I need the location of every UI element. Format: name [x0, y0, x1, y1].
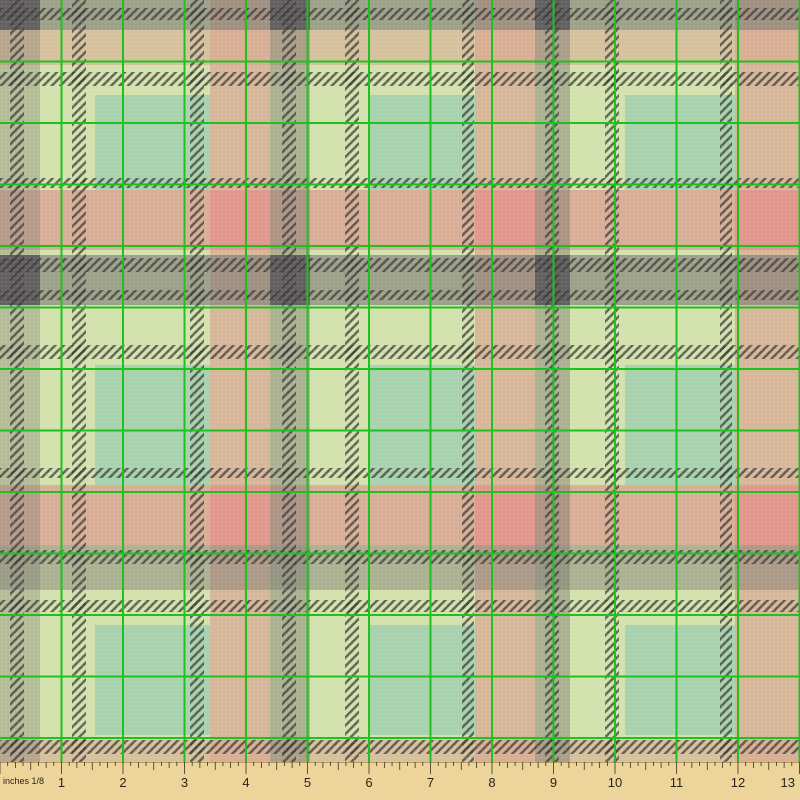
ruler-number: 4	[242, 775, 249, 790]
ruler-number: 6	[365, 775, 372, 790]
ruler: inches 1/8 1 2 3 4 5 6 7 8 9 10 11 12 13	[0, 762, 800, 800]
ruler-number: 10	[608, 775, 622, 790]
ruler-number: 11	[670, 775, 684, 790]
ruler-number: 1	[58, 775, 65, 790]
ruler-number: 3	[181, 775, 188, 790]
ruler-number: 2	[119, 775, 126, 790]
ruler-number: 7	[427, 775, 434, 790]
fabric-weave-texture	[0, 0, 800, 762]
ruler-unit-label: inches 1/8	[3, 776, 44, 786]
plaid-fabric-swatch	[0, 0, 800, 762]
ruler-number: 12	[731, 775, 745, 790]
ruler-number: 9	[550, 775, 557, 790]
ruler-number: 8	[488, 775, 495, 790]
ruler-number: 13	[781, 775, 795, 790]
ruler-number: 5	[304, 775, 311, 790]
